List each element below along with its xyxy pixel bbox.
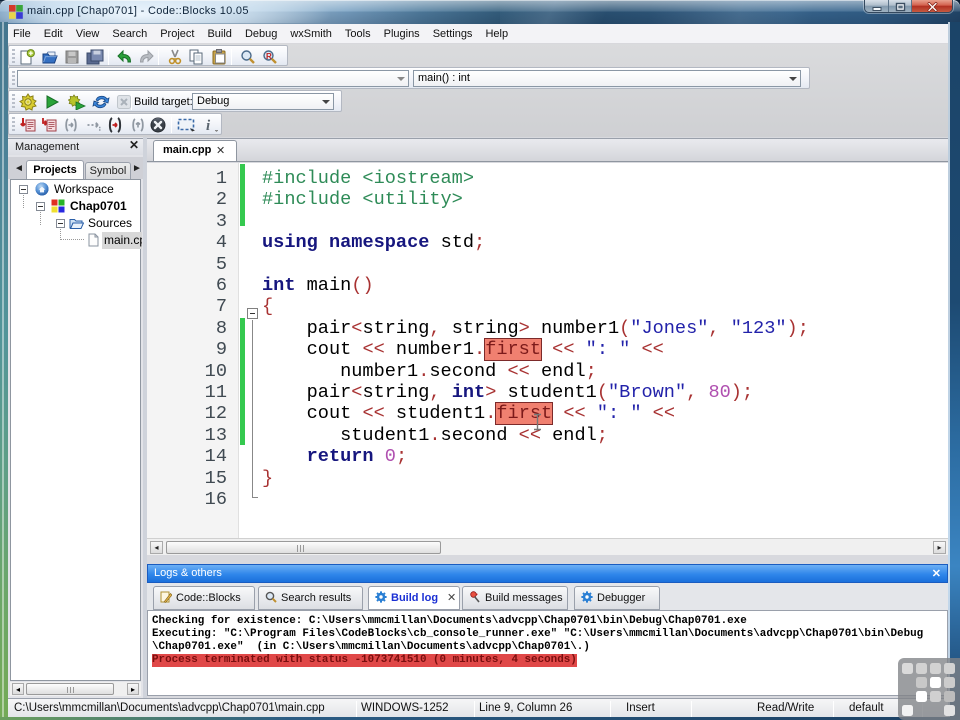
svg-text:R: R <box>266 52 272 61</box>
svg-text:i: i <box>206 118 211 133</box>
